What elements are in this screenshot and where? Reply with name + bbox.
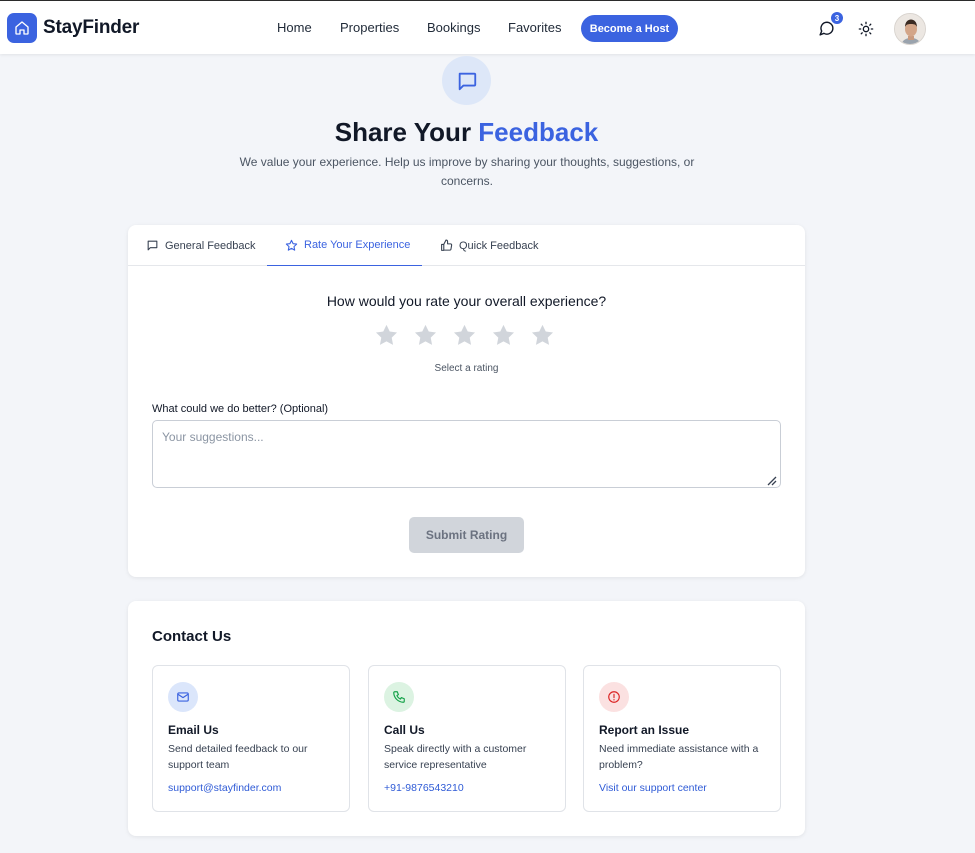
feedback-tabs: General Feedback Rate Your Experience Qu… xyxy=(128,225,805,266)
contact-report-description: Need immediate assistance with a problem… xyxy=(599,743,759,771)
contact-report-box: Report an Issue Need immediate assistanc… xyxy=(583,665,781,812)
suggestions-textarea[interactable] xyxy=(152,420,781,488)
contact-call-link[interactable]: +91-9876543210 xyxy=(384,782,464,794)
star-rating[interactable] xyxy=(374,323,555,348)
contact-call-box: Call Us Speak directly with a customer s… xyxy=(368,665,566,812)
page-title-accent: Feedback xyxy=(478,117,599,147)
tab-general-feedback[interactable]: General Feedback xyxy=(146,225,266,266)
suggestions-label: What could we do better? (Optional) xyxy=(152,403,329,415)
alert-icon xyxy=(599,682,629,712)
tab-quick-feedback[interactable]: Quick Feedback xyxy=(440,225,560,266)
contact-email-link[interactable]: support@stayfinder.com xyxy=(168,782,281,794)
nav-favorites-link[interactable]: Favorites xyxy=(508,20,561,35)
contact-email-heading: Email Us xyxy=(168,723,219,737)
top-navigation-bar: StayFinder Home Properties Bookings Favo… xyxy=(0,0,975,54)
tab-label: Rate Your Experience xyxy=(304,239,411,251)
rating-star-1[interactable] xyxy=(374,323,399,348)
contact-email-box: Email Us Send detailed feedback to our s… xyxy=(152,665,350,812)
feedback-card: General Feedback Rate Your Experience Qu… xyxy=(128,225,805,577)
rating-question: How would you rate your overall experien… xyxy=(326,293,607,309)
sun-icon xyxy=(858,21,873,36)
brand-name[interactable]: StayFinder xyxy=(43,17,139,39)
contact-call-description: Speak directly with a customer service r… xyxy=(384,743,527,771)
contact-title: Contact Us xyxy=(152,628,232,645)
notification-badge: 3 xyxy=(831,12,843,24)
user-portrait-icon xyxy=(895,14,925,44)
become-host-button[interactable]: Become a Host xyxy=(581,15,678,42)
feedback-chat-icon xyxy=(442,56,491,105)
rating-hint: Select a rating xyxy=(434,363,499,374)
mail-icon xyxy=(168,682,198,712)
theme-toggle-button[interactable] xyxy=(856,19,875,38)
contact-report-link[interactable]: Visit our support center xyxy=(599,782,707,794)
tab-label: General Feedback xyxy=(165,239,256,252)
rating-star-4[interactable] xyxy=(491,323,516,348)
submit-rating-button[interactable]: Submit Rating xyxy=(409,517,524,553)
nav-bookings-link[interactable]: Bookings xyxy=(427,20,480,35)
page-subtitle: We value your experience. Help us improv… xyxy=(239,155,695,188)
phone-icon xyxy=(384,682,414,712)
nav-properties-link[interactable]: Properties xyxy=(340,20,399,35)
page-title-main: Share Your xyxy=(334,117,472,147)
rating-star-3[interactable] xyxy=(452,323,477,348)
rating-star-5[interactable] xyxy=(530,323,555,348)
contact-card: Contact Us Email Us Send detailed feedba… xyxy=(128,601,805,836)
tab-rate-experience[interactable]: Rate Your Experience xyxy=(267,225,422,266)
star-icon xyxy=(285,239,298,251)
page-title: Share Your Feedback xyxy=(0,117,933,148)
message-icon xyxy=(147,240,158,251)
contact-email-description: Send detailed feedback to our support te… xyxy=(168,743,308,771)
tab-label: Quick Feedback xyxy=(459,239,539,252)
user-avatar[interactable] xyxy=(894,13,926,45)
home-logo-icon[interactable] xyxy=(7,13,37,43)
nav-home-link[interactable]: Home xyxy=(277,20,312,35)
resize-handle-icon[interactable] xyxy=(765,474,777,486)
contact-report-heading: Report an Issue xyxy=(599,723,690,737)
thumbs-up-icon xyxy=(441,239,453,251)
rating-star-2[interactable] xyxy=(413,323,438,348)
contact-call-heading: Call Us xyxy=(384,723,425,737)
